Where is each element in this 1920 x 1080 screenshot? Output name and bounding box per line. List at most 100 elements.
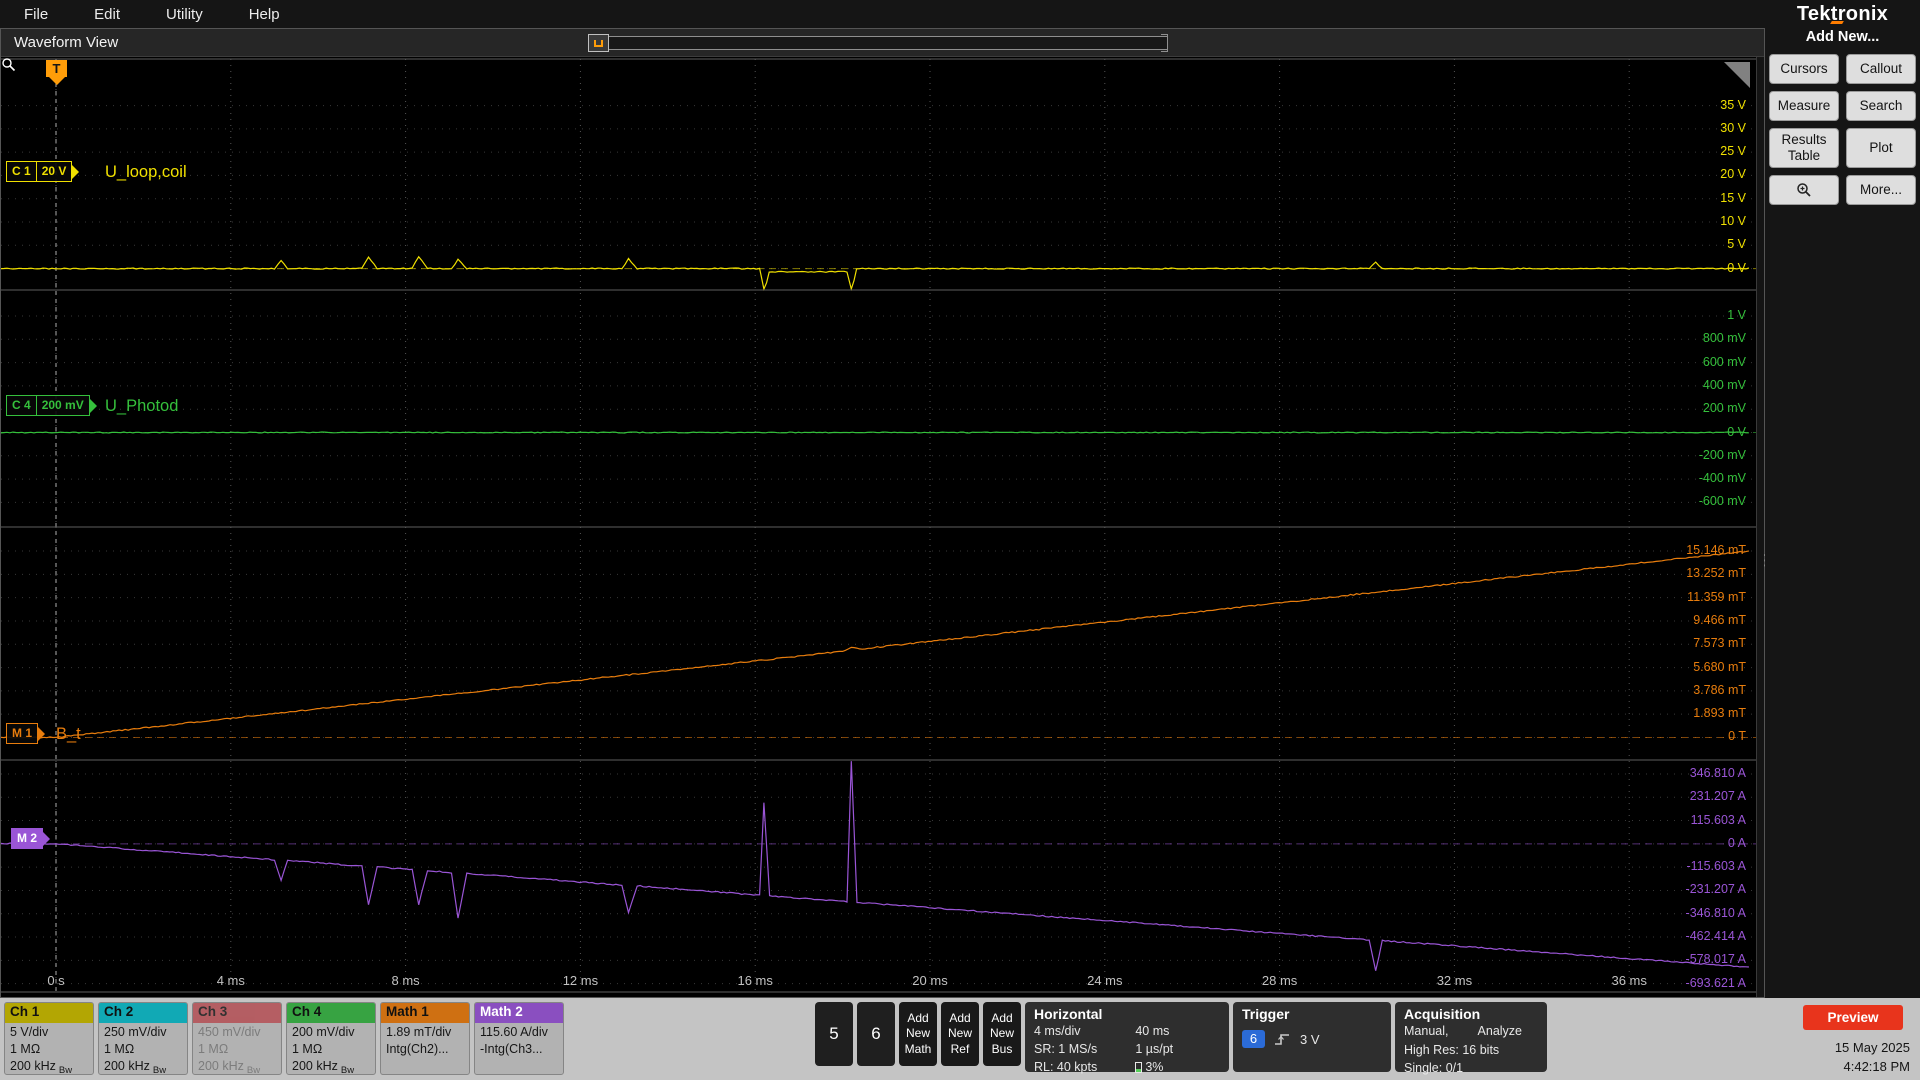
waveform-grid[interactable]: 35 V 30 V 25 V 20 V 15 V 10 V 5 V 0 V 1 V 800 mV 6… (1, 57, 1756, 997)
cursors-button[interactable]: Cursors (1769, 54, 1839, 84)
time-tick-label: 36 ms (1611, 973, 1647, 988)
bandwidth: 200 kHz (198, 1058, 244, 1073)
channel-5-button[interactable]: 5 (815, 1002, 853, 1066)
trace-ch1 (1, 255, 1750, 292)
axis-tick-label: 115.603 A (1690, 812, 1746, 827)
channel-6-button[interactable]: 6 (857, 1002, 895, 1066)
axis-tick-label: -693.621 A (1685, 975, 1746, 990)
menu-item-edit[interactable]: Edit (94, 6, 120, 23)
trigger-panel[interactable]: Trigger 6 3 V (1233, 1002, 1391, 1072)
axis-tick-label: -600 mV (1698, 494, 1746, 509)
acquisition-panel[interactable]: Acquisition Manual, Analyze High Res: 16… (1395, 1002, 1547, 1075)
badge-header: Ch 1 (5, 1003, 93, 1023)
zoom-tool-button[interactable] (1769, 175, 1839, 205)
badge-body: 450 mV/div 1 MΩ 200 kHz Bw (193, 1023, 281, 1074)
horizontal-values: 4 ms/div 40 ms SR: 1 MS/s 1 µs/pt RL: 40… (1034, 1023, 1220, 1076)
trace-label-ch1[interactable]: U_loop,coil (105, 163, 187, 182)
trace-label-math1[interactable]: B_t (56, 725, 81, 744)
time-tick-label: 32 ms (1436, 973, 1473, 988)
badge-body: 1.89 mT/div Intg(Ch2)... (381, 1023, 469, 1059)
horizontal-scale: 4 ms/div (1034, 1024, 1081, 1038)
axis-tick-label: 346.810 A (1689, 765, 1746, 780)
bandwidth-limit-icon: Bw (340, 1065, 355, 1075)
axis-tick-label: 0 V (1727, 424, 1746, 439)
horizontal-pan-slider[interactable] (588, 34, 1168, 52)
badge-header: Math 2 (475, 1003, 563, 1023)
trigger-flag[interactable]: T (46, 60, 67, 77)
badge-ch4-scale: 200 mV (35, 396, 89, 415)
trace-m2 (1, 761, 1749, 971)
acquisition-analyze: Analyze (1477, 1024, 1523, 1038)
preview-button[interactable]: Preview (1803, 1005, 1903, 1030)
plot-button[interactable]: Plot (1846, 128, 1916, 168)
time-tick-label: 20 ms (912, 973, 948, 988)
bandwidth-row: 200 kHz Bw (198, 1058, 276, 1074)
waveform-view-panel: Waveform View 35 V 30 V 25 V 20 V 15 V 10 V 5 … (0, 28, 1765, 998)
bottom-badge-math1[interactable]: Math 1 1.89 mT/div Intg(Ch2)... (380, 1002, 470, 1075)
acquisition-mode: Manual, (1404, 1024, 1449, 1038)
memory-bar-icon (1135, 1061, 1143, 1073)
bottom-badge-ch3[interactable]: Ch 3 450 mV/div 1 MΩ 200 kHz Bw (192, 1002, 282, 1075)
time-tick-label: 4 ms (216, 973, 245, 988)
bandwidth: 200 kHz (104, 1058, 150, 1073)
axis-tick-label: 7.573 mT (1693, 636, 1746, 651)
settings-bar: Ch 1 5 V/div 1 MΩ 200 kHz Bw Ch 2 250 mV/… (0, 998, 1920, 1080)
measure-button[interactable]: Measure (1769, 91, 1839, 121)
menu-item-file[interactable]: File (24, 6, 48, 23)
channel-badge-math1[interactable]: M 1 (6, 723, 39, 744)
axis-tick-label: 3.786 mT (1693, 682, 1746, 697)
tektronix-logo: Tektronix (1797, 3, 1888, 26)
badge-math2-name: M 2 (17, 831, 38, 845)
impedance: 1 MΩ (292, 1041, 323, 1056)
trigger-settings: 6 3 V (1242, 1030, 1382, 1048)
badge-body: 250 mV/div 1 MΩ 200 kHz Bw (99, 1023, 187, 1074)
pan-handle[interactable] (588, 34, 609, 52)
zoom-window-icon (594, 39, 603, 47)
axis-tick-label: -115.603 A (1686, 859, 1746, 874)
panel-divider[interactable]: ⋮ (1756, 57, 1765, 997)
channel-badge-ch1[interactable]: C 1 20 V (6, 161, 73, 182)
add-new-bus-button[interactable]: Add New Bus (983, 1002, 1021, 1066)
results-table-button[interactable]: Results Table (1769, 128, 1839, 168)
badge-ch1-name: C 1 (12, 164, 31, 178)
add-new-heading: Add New... (1805, 29, 1880, 45)
channel-badge-ch4[interactable]: C 4 200 mV (6, 395, 90, 416)
bottom-badge-ch1[interactable]: Ch 1 5 V/div 1 MΩ 200 kHz Bw (4, 1002, 94, 1075)
callout-button[interactable]: Callout (1846, 54, 1916, 84)
trace-label-ch4[interactable]: U_Photod (105, 397, 178, 416)
sample-rate: SR: 1 MS/s (1034, 1041, 1098, 1056)
draw-a-box-zoom-icon[interactable] (1724, 62, 1750, 88)
badge-ch4-name: C 4 (12, 398, 31, 412)
waveform-view-title: Waveform View (14, 34, 119, 51)
axis-tick-label: 600 mV (1702, 354, 1746, 369)
record-length: RL: 40 kpts (1034, 1059, 1098, 1074)
right-toolbar: Tektronix Add New... Cursors Callout Mea… (1765, 0, 1920, 998)
horizontal-panel[interactable]: Horizontal 4 ms/div 40 ms SR: 1 MS/s 1 µ… (1025, 1002, 1229, 1074)
bottom-badge-ch2[interactable]: Ch 2 250 mV/div 1 MΩ 200 kHz Bw (98, 1002, 188, 1075)
magnifier-plus-icon (1797, 183, 1811, 197)
trigger-source-badge: 6 (1242, 1030, 1265, 1048)
bottom-badge-ch4[interactable]: Ch 4 200 mV/div 1 MΩ 200 kHz Bw (286, 1002, 376, 1075)
menu-item-utility[interactable]: Utility (166, 6, 203, 23)
axis-tick-label: 35 V (1720, 97, 1746, 112)
more-button[interactable]: More... (1846, 175, 1916, 205)
logo-accent (1830, 21, 1844, 24)
axis-tick-label: -578.017 A (1685, 952, 1746, 967)
acquisition-title: Acquisition (1404, 1006, 1481, 1022)
add-new-math-button[interactable]: Add New Math (899, 1002, 937, 1066)
impedance: 1 MΩ (10, 1041, 41, 1056)
scale-per-div: 200 mV/div (292, 1025, 355, 1039)
time-tick-label: 0 s (47, 973, 65, 988)
search-button[interactable]: Search (1846, 91, 1916, 121)
bottom-badge-math2[interactable]: Math 2 115.60 A/div -Intg(Ch3... (474, 1002, 564, 1075)
menu-item-help[interactable]: Help (249, 6, 280, 23)
channel-badge-math2[interactable]: M 2 (11, 828, 44, 849)
time-tick-label: 8 ms (391, 973, 420, 988)
add-new-ref-button[interactable]: Add New Ref (941, 1002, 979, 1066)
axis-tick-label: 200 mV (1702, 401, 1746, 416)
toolbar-buttons: Cursors Callout Measure Search Results T… (1769, 54, 1916, 205)
scale-per-div: 450 mV/div (198, 1025, 261, 1039)
impedance: 1 MΩ (198, 1041, 229, 1056)
axis-tick-label: 1.893 mT (1693, 706, 1746, 721)
axis-tick-label: -200 mV (1698, 447, 1746, 462)
